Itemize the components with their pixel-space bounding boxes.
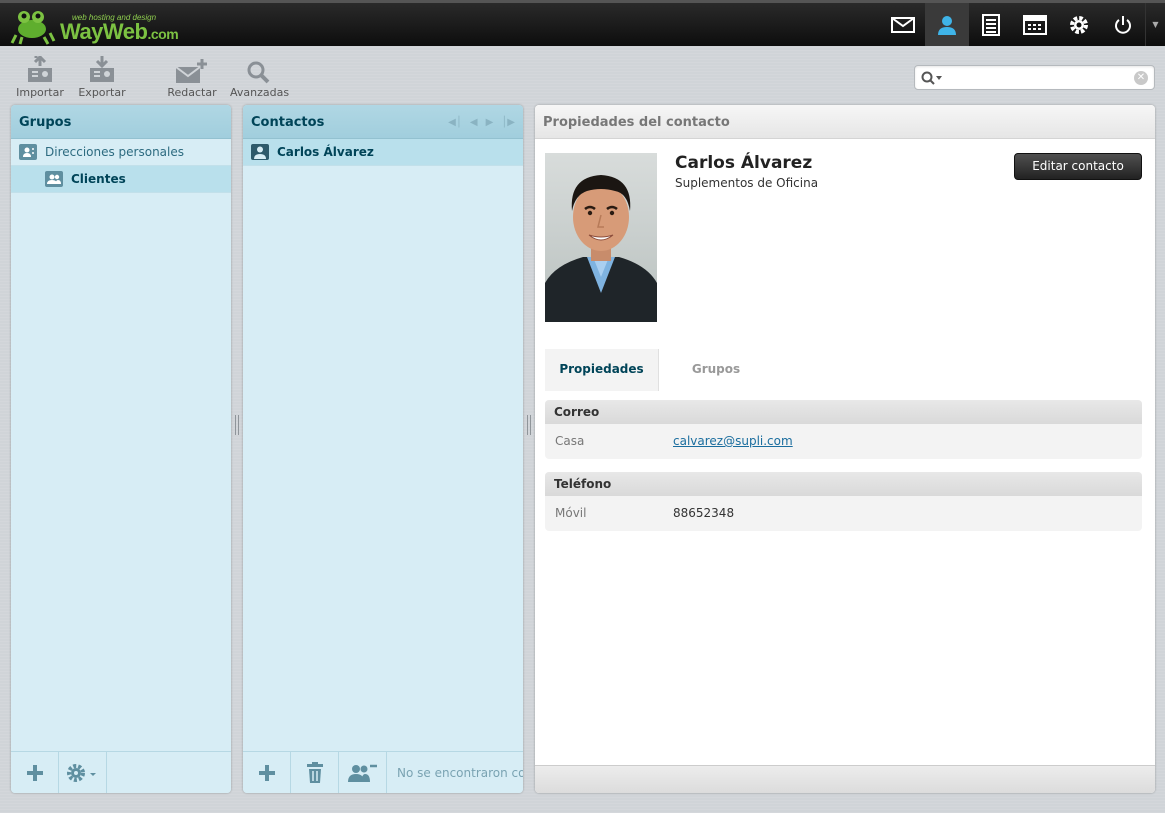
properties-footer: [535, 765, 1155, 793]
export-button[interactable]: Exportar: [74, 54, 130, 99]
phone-section: Teléfono Móvil 88652348: [545, 472, 1142, 531]
edit-contact-button[interactable]: Editar contacto: [1014, 153, 1142, 180]
next-page-icon[interactable]: ▶: [486, 105, 494, 141]
phone-type-label: Móvil: [555, 506, 587, 520]
gear-dropdown-icon: [66, 764, 96, 782]
toolbar: Importar Exportar Redactar Avanzadas ✕: [0, 46, 1165, 102]
email-section-title: Correo: [545, 400, 1142, 424]
brand-logo[interactable]: web hosting and design WayWeb.com: [10, 5, 230, 45]
top-nav: ▼: [881, 3, 1165, 46]
properties-tabs: Propiedades Grupos: [545, 349, 773, 391]
contacts-pagination: ◀│ ◀ ▶ │▶: [448, 105, 515, 141]
frog-logo-icon: [10, 11, 56, 45]
prev-page-icon[interactable]: ◀: [470, 105, 478, 141]
tab-groups[interactable]: Grupos: [659, 349, 773, 391]
top-bar: web hosting and design WayWeb.com ▼: [0, 0, 1165, 46]
chevron-down-icon: ▼: [1152, 20, 1159, 29]
add-group-button[interactable]: [11, 752, 59, 793]
contacts-icon: [938, 15, 956, 35]
magnifier-icon: [247, 61, 270, 84]
contact-organization: Suplementos de Oficina: [675, 176, 819, 190]
trash-icon: [306, 762, 323, 783]
brand-name-text: WayWeb: [60, 19, 148, 44]
groups-footer: [11, 751, 231, 793]
group-icon: [45, 171, 63, 187]
import-label: Importar: [16, 86, 64, 99]
export-icon: [90, 56, 114, 82]
nav-mail[interactable]: [881, 3, 925, 46]
phone-row: Móvil 88652348: [545, 496, 1142, 531]
mail-icon: [891, 16, 915, 33]
search-input[interactable]: [943, 69, 1133, 86]
export-label: Exportar: [78, 86, 126, 99]
contact-photo: [545, 153, 657, 322]
advanced-label: Avanzadas: [230, 86, 290, 99]
search-box: ✕: [914, 65, 1155, 90]
contact-item[interactable]: Carlos Álvarez: [243, 139, 523, 166]
contact-portrait: [545, 153, 657, 322]
contacts-footer: No se encontraron co: [243, 751, 523, 793]
email-link[interactable]: calvarez@supli.com: [673, 424, 793, 459]
compose-icon: [175, 59, 207, 83]
group-options-button[interactable]: [59, 752, 107, 793]
calendar-icon: [1023, 14, 1047, 35]
phone-value: 88652348: [673, 506, 735, 520]
nav-more-dropdown[interactable]: ▼: [1145, 3, 1165, 46]
email-row: Casa calvarez@supli.com: [545, 424, 1142, 459]
add-contact-button[interactable]: [243, 752, 291, 793]
import-button[interactable]: Importar: [12, 54, 68, 99]
nav-notes[interactable]: [969, 3, 1013, 46]
first-page-icon[interactable]: ◀│: [448, 105, 462, 141]
remove-user-icon: [347, 764, 377, 782]
nav-logout[interactable]: [1101, 3, 1145, 46]
groups-splitter[interactable]: [234, 415, 240, 439]
contact-label: Carlos Álvarez: [277, 144, 374, 159]
search-options-icon[interactable]: [921, 71, 943, 88]
contacts-panel: Contactos ◀│ ◀ ▶ │▶ Carlos Álvarez No se…: [243, 105, 523, 793]
groups-panel: Grupos Direcciones personales Clientes: [11, 105, 231, 793]
contacts-splitter[interactable]: [526, 415, 532, 439]
address-book-icon: [19, 144, 37, 160]
contacts-header: Contactos ◀│ ◀ ▶ │▶: [243, 105, 523, 139]
contacts-title: Contactos: [251, 115, 325, 130]
email-type-label: Casa: [555, 434, 585, 448]
clear-search-icon[interactable]: ✕: [1134, 71, 1148, 85]
delete-contact-button[interactable]: [291, 752, 339, 793]
brand-name: WayWeb.com: [60, 19, 179, 45]
advanced-search-button[interactable]: Avanzadas: [230, 54, 290, 99]
group-item-personal-addresses[interactable]: Direcciones personales: [11, 139, 231, 166]
contacts-status-message: No se encontraron co: [397, 766, 523, 780]
plus-icon: [26, 765, 43, 781]
plus-icon: [258, 765, 275, 781]
group-item-clientes[interactable]: Clientes: [11, 166, 231, 193]
person-icon: [251, 144, 269, 160]
properties-header: Propiedades del contacto: [535, 105, 1155, 139]
contact-name: Carlos Álvarez: [675, 153, 813, 173]
email-section: Correo Casa calvarez@supli.com: [545, 400, 1142, 459]
phone-section-title: Teléfono: [545, 472, 1142, 496]
last-page-icon[interactable]: │▶: [501, 105, 515, 141]
power-icon: [1115, 15, 1131, 34]
import-icon: [28, 56, 52, 82]
compose-label: Redactar: [167, 86, 217, 99]
tab-properties[interactable]: Propiedades: [545, 349, 659, 391]
remove-from-group-button[interactable]: [339, 752, 387, 793]
contact-properties-panel: Propiedades del contacto Carlos Álvarez …: [535, 105, 1155, 793]
group-label: Direcciones personales: [45, 144, 185, 159]
gear-icon: [1070, 15, 1088, 34]
brand-suffix: .com: [147, 26, 179, 42]
nav-contacts[interactable]: [925, 3, 969, 46]
nav-calendar[interactable]: [1013, 3, 1057, 46]
compose-button[interactable]: Redactar: [164, 54, 220, 99]
group-label: Clientes: [71, 171, 126, 186]
nav-settings[interactable]: [1057, 3, 1101, 46]
groups-header: Grupos: [11, 105, 231, 139]
notes-icon: [982, 13, 1000, 36]
